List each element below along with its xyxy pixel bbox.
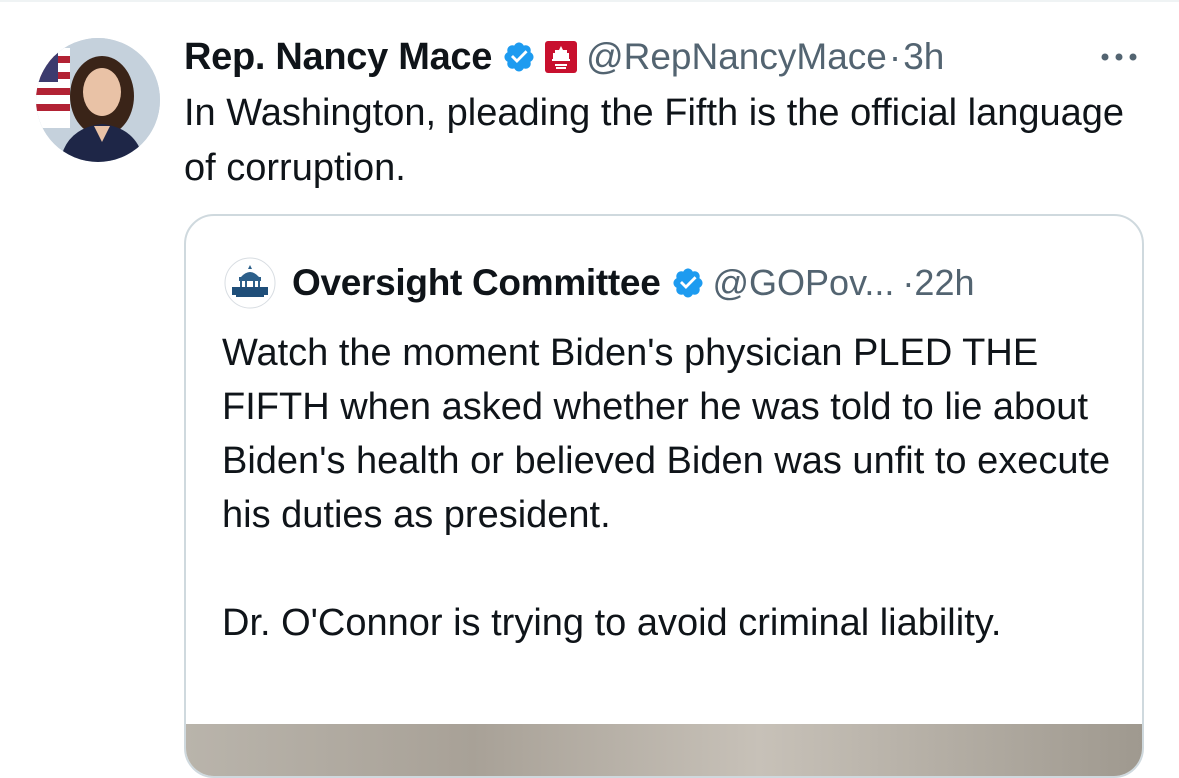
quote-author-name[interactable]: Oversight Committee: [292, 262, 661, 304]
top-divider: [0, 0, 1179, 2]
tweet-header: Rep. Nancy Mace @RepNancyMace · 3h: [184, 34, 1144, 80]
author-handle[interactable]: @RepNancyMace: [586, 36, 887, 78]
verified-badge-icon: [502, 40, 536, 74]
quoted-tweet-card[interactable]: Oversight Committee @GOPov... · 22h Watc…: [184, 214, 1144, 778]
house-gop-badge-icon[interactable]: [544, 40, 578, 74]
tweet-text: In Washington, pleading the Fifth is the…: [184, 92, 1125, 189]
quote-author-handle[interactable]: @GOPov...: [713, 262, 895, 304]
tweet-timestamp[interactable]: 3h: [903, 36, 944, 78]
separator-dot: ·: [902, 262, 915, 303]
separator-dot: ·: [888, 36, 902, 77]
quote-paragraph: Watch the moment Biden's physician PLED …: [222, 332, 1111, 536]
more-horizontal-icon: [1099, 49, 1139, 67]
verified-badge-icon: [671, 266, 705, 300]
quote-timestamp[interactable]: 22h: [914, 262, 974, 304]
author-name[interactable]: Rep. Nancy Mace: [184, 36, 492, 79]
quote-media-thumbnail[interactable]: [186, 724, 1142, 776]
quote-avatar[interactable]: [224, 257, 276, 309]
quote-text: Watch the moment Biden's physician PLED …: [222, 326, 1122, 650]
quote-paragraph: Dr. O'Connor is trying to avoid criminal…: [222, 602, 1002, 644]
more-options-button[interactable]: [1096, 40, 1142, 76]
quote-header: Oversight Committee @GOPov... · 22h: [224, 257, 1124, 309]
author-avatar[interactable]: [36, 38, 160, 162]
